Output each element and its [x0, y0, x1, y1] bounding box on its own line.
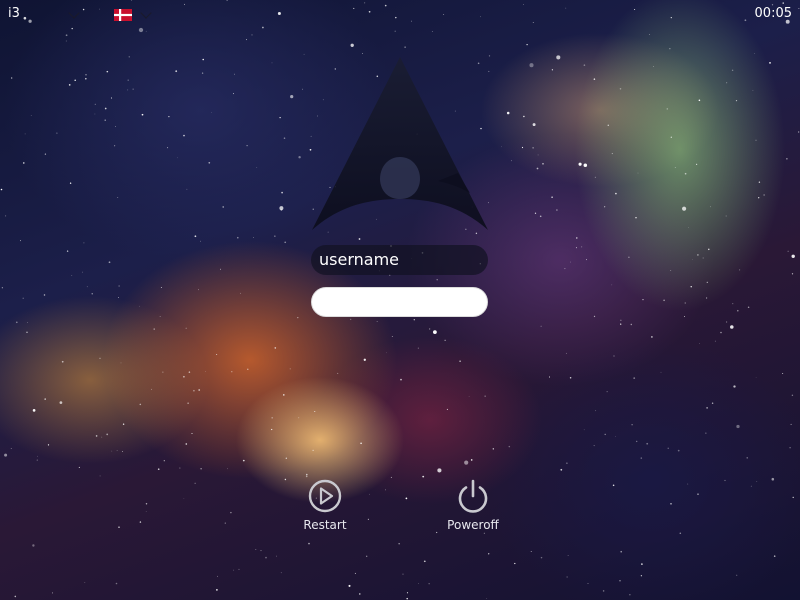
denmark-flag-icon[interactable] [114, 9, 132, 21]
restart-label: Restart [303, 518, 347, 532]
login-screen: i3 00:05 username Restart Poweroff [0, 0, 800, 600]
clock: 00:05 [754, 6, 792, 21]
poweroff-button[interactable]: Poweroff [433, 478, 513, 538]
poweroff-label: Poweroff [447, 518, 499, 532]
session-name[interactable]: i3 [8, 6, 20, 21]
password-field[interactable] [311, 287, 488, 317]
username-field[interactable]: username [311, 245, 488, 275]
restart-button[interactable]: Restart [285, 478, 365, 538]
power-icon [458, 479, 488, 513]
arch-logo-icon [312, 57, 488, 230]
restart-icon [308, 479, 342, 513]
